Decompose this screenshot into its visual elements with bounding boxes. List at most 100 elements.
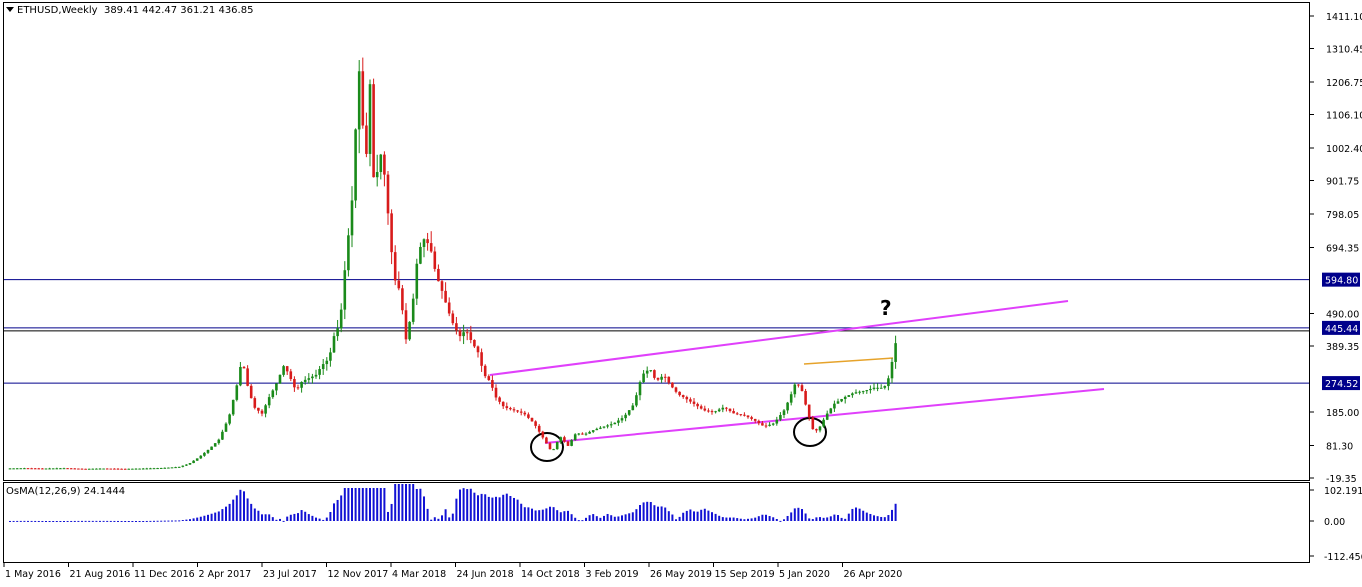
candle-body [350,200,354,236]
osma-bar [469,488,472,521]
candle-body [635,395,638,406]
candle-body [469,332,473,340]
osma-bar [19,520,22,522]
candle-body [861,391,865,393]
osma-bar [455,498,458,521]
candle-body [141,468,145,470]
osma-bar [779,520,782,522]
osma-bar [185,519,188,521]
osma-bar [405,484,407,521]
osma-bar [657,506,659,521]
osma-bar [797,507,800,521]
candle-body [577,433,581,435]
osma-bar [768,516,771,521]
candle-body [710,411,714,413]
candle-body [422,239,426,247]
candle-body [120,468,123,470]
candle-body [44,468,48,470]
osma-bar [775,518,778,521]
candle-body [167,467,170,469]
candle-body [843,396,847,400]
candle-body [62,468,66,470]
price-tick-label: 389.35 [1326,342,1359,353]
candle-body [332,336,336,353]
osma-bar [88,520,91,522]
osma-bar [217,511,220,521]
candle-body [203,452,206,456]
candle-body [329,352,332,361]
candle-body [12,468,15,470]
candle-body [354,129,357,201]
osma-bar [383,488,386,521]
osma-bar [55,521,58,522]
osma-bar [815,517,818,521]
candle-body [185,464,188,466]
candle-body [55,468,59,470]
candle-body [397,280,401,289]
price-tick-label: 1411.10 [1326,12,1362,23]
candle-body [739,414,743,416]
candle-body [51,468,55,470]
candle-body [138,468,141,470]
osma-tick-label: -112.4565 [1324,552,1362,563]
candle-body [512,409,516,411]
collapse-triangle-icon[interactable] [6,7,14,12]
candle-body [840,399,843,402]
osma-bar [487,496,490,521]
candle-body [811,417,815,430]
candle-body [617,420,620,423]
osma-bar [703,508,706,521]
osma-bar [660,506,663,521]
osma-bar [102,520,105,522]
candle-body [692,401,696,404]
osma-bar [761,514,764,521]
candle-body [552,449,555,451]
price-tick-label: 1310.45 [1326,45,1362,56]
candle-body [761,423,764,426]
candle-body [278,374,282,384]
candle-body [555,441,559,450]
osma-bar [606,513,609,521]
candle-body [30,468,33,470]
osma-bar [372,488,375,521]
osma-bar [851,508,854,521]
candle-body [833,403,836,409]
candle-body [606,425,609,427]
candle-body [156,468,159,470]
chart-canvas[interactable]: ? 1411.10 1310.45 1206.75 1106.10 1002.40 901… [0,0,1362,584]
chart-window[interactable]: ? 1411.10 1310.45 1206.75 1106.10 1002.40 901… [0,0,1362,584]
osma-bar [757,516,760,521]
osma-bar [567,510,569,521]
osma-bar [613,516,616,521]
candle-body [347,235,350,271]
osma-bar [617,516,620,521]
candle-body [66,468,69,470]
osma-bar [642,502,645,521]
candle-body [685,397,689,400]
osma-bar [534,510,537,521]
price-axis: 1411.10 1310.45 1206.75 1106.10 1002.40 901.7… [1309,12,1362,485]
osma-bar [639,505,641,521]
candle-body [264,405,267,414]
candle-body [559,437,563,442]
candle-body [149,468,152,470]
osma-bar [246,498,249,521]
osma-bar [59,521,62,522]
osma-bar [552,507,555,521]
osma-bar [545,508,548,521]
time-tick-label: 24 Jun 2018 [457,569,514,580]
candle-body [379,154,383,173]
level-price-label: 594.80 [1325,276,1358,287]
candle-body [102,468,105,470]
candle-body [246,368,249,386]
candle-body [429,243,433,252]
osma-bar [221,509,224,521]
candle-body [854,392,858,394]
candle-body [735,413,739,415]
osma-bar [883,517,886,521]
candle-body [206,449,210,453]
time-tick-label: 26 May 2019 [650,569,712,580]
candle-body [591,430,595,432]
candle-body [645,370,649,374]
osma-bar [473,492,476,521]
